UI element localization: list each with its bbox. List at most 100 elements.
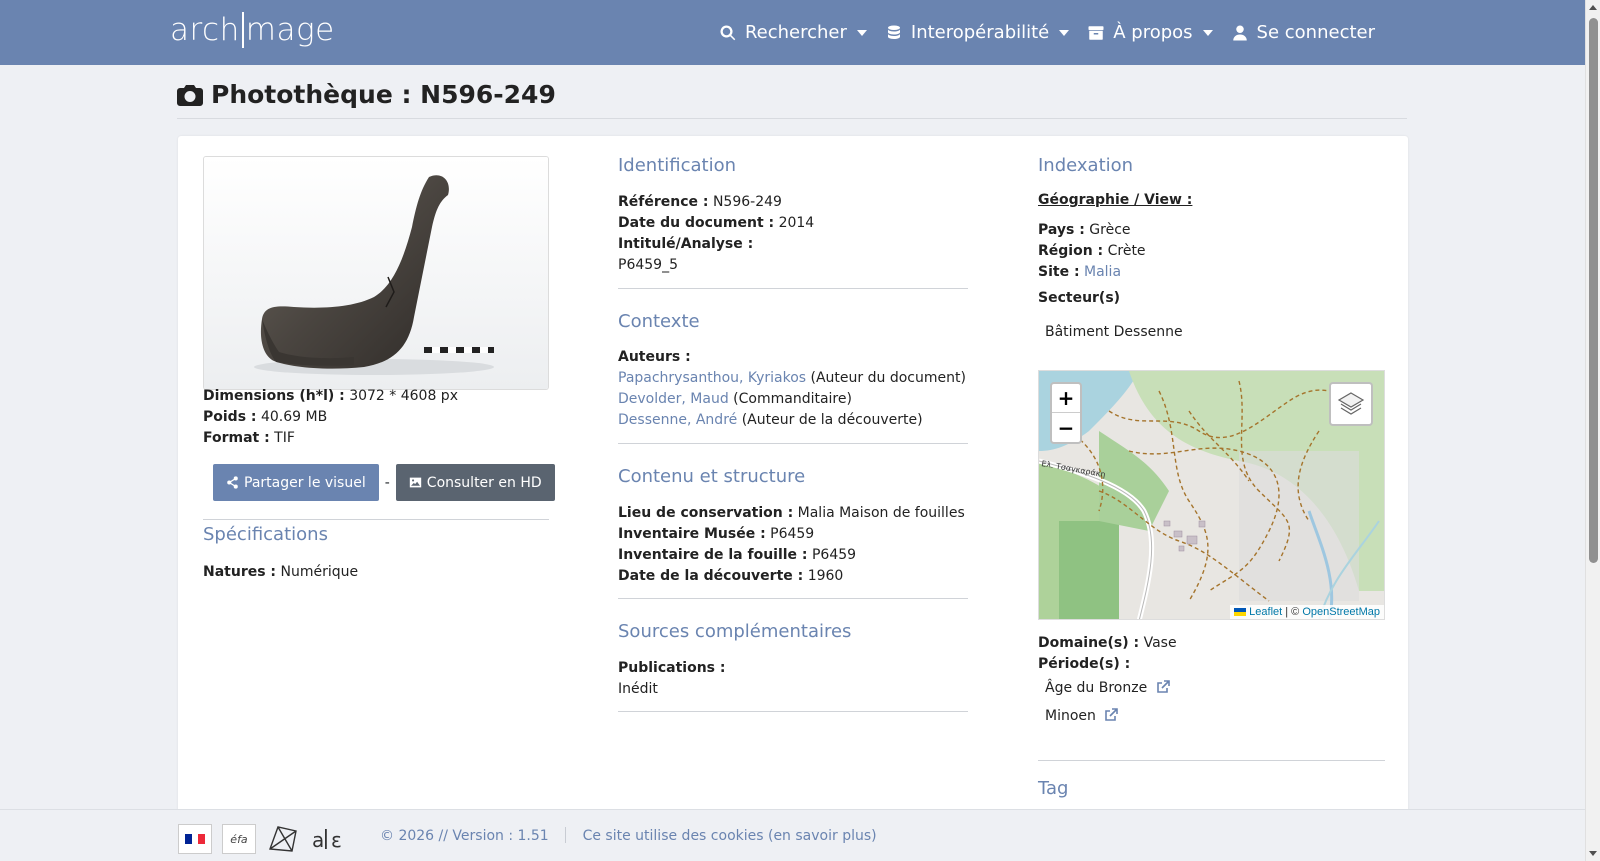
secteurs-label: Secteur(s) bbox=[1038, 290, 1121, 306]
author-row: Papachrysanthou, Kyriakos (Auteur du doc… bbox=[618, 368, 966, 389]
date-decouverte-value: 1960 bbox=[807, 568, 844, 584]
region-value: Crète bbox=[1107, 243, 1146, 259]
inventaire-fouille-label: Inventaire de la fouille : bbox=[618, 547, 808, 563]
date-decouverte-row: Date de la découverte : 1960 bbox=[618, 566, 965, 587]
share-button-label: Partager le visuel bbox=[244, 474, 366, 491]
caret-down-icon bbox=[856, 29, 867, 36]
sources-block: Publications : Inédit bbox=[618, 658, 725, 700]
site-link[interactable]: Malia bbox=[1084, 264, 1121, 280]
main-nav: Rechercher Interopérabilité À propos Se … bbox=[719, 0, 1375, 65]
scroll-up-arrow-icon[interactable] bbox=[1589, 5, 1597, 10]
author-row: Devolder, Maud (Commanditaire) bbox=[618, 389, 966, 410]
geographie-block: Pays : Grèce Région : Crète Site : Malia bbox=[1038, 220, 1146, 283]
publications-label-row: Publications : bbox=[618, 658, 725, 679]
natures-row: Natures : Numérique bbox=[203, 562, 358, 583]
nav-se-connecter-label: Se connecter bbox=[1256, 22, 1375, 43]
region-row: Région : Crète bbox=[1038, 241, 1146, 262]
sources-title: Sources complémentaires bbox=[618, 621, 852, 642]
archimage-footer-logo[interactable]: aε bbox=[310, 823, 350, 855]
artifact-photo[interactable] bbox=[203, 156, 549, 390]
pays-value: Grèce bbox=[1089, 222, 1131, 238]
lieu-label: Lieu de conservation : bbox=[618, 505, 794, 521]
camera-icon bbox=[177, 84, 203, 106]
left-column: Dimensions (h*l) : 3072 * 4608 px Poids … bbox=[178, 136, 578, 836]
scroll-down-arrow-icon[interactable] bbox=[1589, 851, 1597, 856]
identification-block: Référence : N596-249 Date du document : … bbox=[618, 192, 814, 276]
share-button[interactable]: Partager le visuel bbox=[213, 464, 379, 501]
intitule-value: P6459_5 bbox=[618, 257, 678, 273]
nav-interoperabilite[interactable]: Interopérabilité bbox=[885, 22, 1070, 43]
title-divider bbox=[177, 118, 1407, 119]
periode-label: Période(s) : bbox=[1038, 656, 1131, 672]
hd-button-label: Consulter en HD bbox=[426, 474, 542, 491]
reference-value: N596-249 bbox=[712, 194, 782, 210]
inventaire-musee-row: Inventaire Musée : P6459 bbox=[618, 524, 965, 545]
period-item[interactable]: Âge du Bronze bbox=[1045, 678, 1170, 699]
french-flag-icon bbox=[185, 834, 206, 844]
intitule-row: Intitulé/Analyse : bbox=[618, 234, 814, 255]
footer-text: © 2026 // Version : 1.51 Ce site utilise… bbox=[380, 827, 877, 844]
network-logo[interactable] bbox=[266, 823, 300, 855]
nav-se-connecter[interactable]: Se connecter bbox=[1231, 22, 1375, 43]
reference-label: Référence : bbox=[618, 194, 709, 210]
efa-logo-text: éfa bbox=[230, 832, 248, 846]
hd-button[interactable]: Consulter en HD bbox=[395, 464, 555, 501]
author-role: (Auteur de la découverte) bbox=[741, 412, 923, 428]
vase-fragment-image bbox=[204, 157, 548, 389]
external-link-icon bbox=[1105, 708, 1119, 721]
left-divider bbox=[203, 519, 549, 520]
cookies-link[interactable]: Ce site utilise des cookies (en savoir p… bbox=[583, 828, 877, 844]
page-scrollbar[interactable] bbox=[1585, 0, 1600, 861]
contenu-title: Contenu et structure bbox=[618, 466, 806, 487]
zoom-in-button[interactable]: + bbox=[1052, 384, 1080, 413]
domaine-value: Vase bbox=[1143, 635, 1177, 651]
svg-text:ε: ε bbox=[331, 828, 342, 852]
nav-a-propos[interactable]: À propos bbox=[1087, 22, 1213, 43]
pays-row: Pays : Grèce bbox=[1038, 220, 1146, 241]
author-link[interactable]: Papachrysanthou, Kyriakos bbox=[618, 370, 806, 386]
natures-value: Numérique bbox=[280, 564, 359, 580]
footer-separator bbox=[565, 827, 567, 843]
period-item[interactable]: Minoen bbox=[1045, 706, 1119, 727]
scroll-thumb[interactable] bbox=[1589, 18, 1598, 563]
location-map-container: Ελ. Τσαγκαράκη + − Leaflet | © OpenStree… bbox=[1038, 370, 1385, 620]
archimage-logo[interactable]: arch mage bbox=[170, 12, 335, 48]
domaine-row: Domaine(s) : Vase bbox=[1038, 633, 1177, 654]
dimensions-value: 3072 * 4608 px bbox=[349, 388, 458, 404]
nav-a-propos-label: À propos bbox=[1113, 22, 1193, 43]
right-divider bbox=[1038, 760, 1385, 761]
poids-row: Poids : 40.69 MB bbox=[203, 407, 458, 428]
copyright-text: © 2026 // Version : 1.51 bbox=[380, 828, 549, 844]
lieu-value: Malia Maison de fouilles bbox=[797, 505, 965, 521]
map-layers-button[interactable] bbox=[1329, 382, 1373, 426]
author-link[interactable]: Dessenne, André bbox=[618, 412, 737, 428]
poids-value: 40.69 MB bbox=[260, 409, 328, 425]
pays-label: Pays : bbox=[1038, 222, 1085, 238]
openstreetmap-link[interactable]: OpenStreetMap bbox=[1302, 606, 1380, 618]
auteurs-label: Auteurs : bbox=[618, 349, 691, 365]
layers-icon bbox=[1337, 392, 1365, 415]
efa-logo[interactable]: éfa bbox=[222, 824, 256, 854]
archive-icon bbox=[1088, 25, 1104, 40]
caret-down-icon bbox=[1202, 29, 1213, 36]
period-label: Âge du Bronze bbox=[1045, 680, 1148, 696]
record-card: Dimensions (h*l) : 3072 * 4608 px Poids … bbox=[178, 136, 1408, 836]
nav-rechercher[interactable]: Rechercher bbox=[719, 22, 867, 43]
republique-francaise-logo[interactable] bbox=[178, 824, 212, 854]
contexte-block: Auteurs : Papachrysanthou, Kyriakos (Aut… bbox=[618, 347, 966, 431]
author-link[interactable]: Devolder, Maud bbox=[618, 391, 729, 407]
zoom-out-button[interactable]: − bbox=[1052, 413, 1080, 442]
periode-row: Période(s) : bbox=[1038, 654, 1177, 675]
top-navbar: arch mage Rechercher Interopérabilité À p… bbox=[0, 0, 1585, 65]
page-title-text: Photothèque : N596-249 bbox=[211, 80, 556, 109]
location-map[interactable]: Ελ. Τσαγκαράκη + − Leaflet | © OpenStree… bbox=[1038, 370, 1385, 620]
search-icon bbox=[720, 25, 736, 40]
nav-rechercher-label: Rechercher bbox=[744, 22, 847, 43]
leaflet-link[interactable]: Leaflet bbox=[1249, 606, 1282, 618]
tag-title: Tag bbox=[1038, 778, 1069, 799]
intitule-label: Intitulé/Analyse : bbox=[618, 236, 754, 252]
middle-divider-4 bbox=[618, 711, 968, 712]
author-role: (Auteur du document) bbox=[810, 370, 966, 386]
file-details: Dimensions (h*l) : 3072 * 4608 px Poids … bbox=[203, 386, 458, 449]
inventaire-musee-value: P6459 bbox=[770, 526, 815, 542]
